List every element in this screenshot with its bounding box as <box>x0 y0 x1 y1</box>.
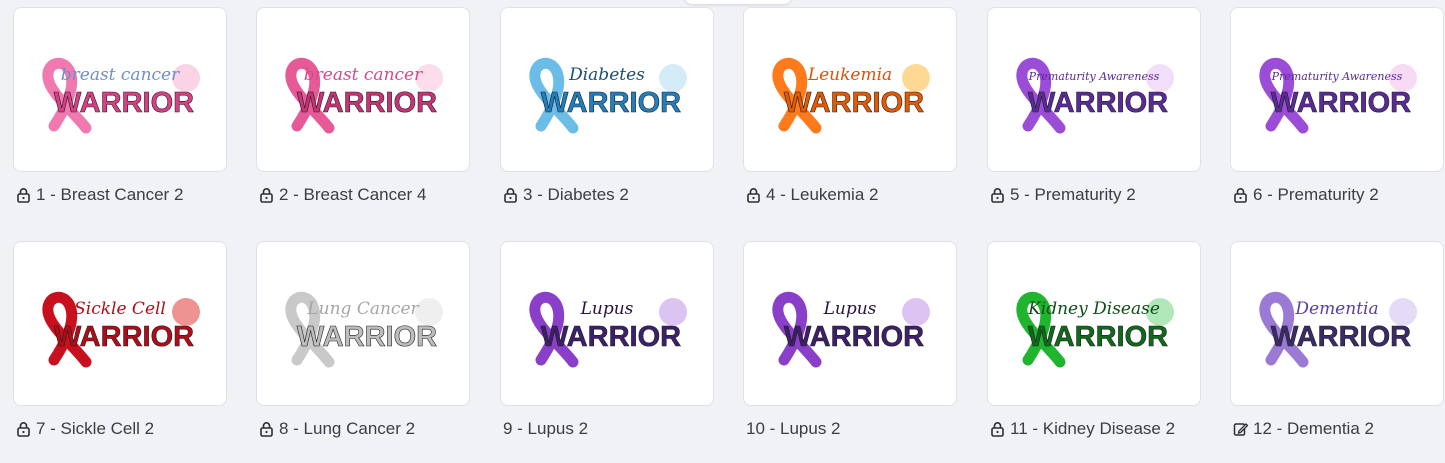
design-grid: breast cancer WARRIOR 1 - Breast Cancer 2b… <box>0 0 1445 463</box>
thumbnail-graphic: breast cancerWARRIOR <box>285 57 443 134</box>
warrior-text: WARRIOR <box>1271 321 1411 353</box>
design-thumbnail[interactable]: Lupus WARRIOR <box>743 241 957 406</box>
thumbnail-graphic: DiabetesWARRIOR <box>529 57 687 134</box>
design-thumbnail[interactable]: Lung Cancer WARRIOR <box>256 241 470 406</box>
script-title-text: Lung Cancer <box>306 299 419 319</box>
lock-icon <box>503 187 518 203</box>
lock-icon <box>990 421 1005 437</box>
design-card[interactable]: Dementia WARRIOR 12 - Dementia 2 <box>1230 241 1445 446</box>
design-thumbnail[interactable]: breast cancer WARRIOR <box>256 7 470 172</box>
design-title: 10 - Lupus 2 <box>746 419 841 438</box>
warrior-text: WARRIOR <box>1028 321 1168 353</box>
design-title: 2 - Breast Cancer 4 <box>279 185 427 204</box>
design-title: 5 - Prematurity 2 <box>1010 185 1136 204</box>
edit-icon <box>1233 421 1248 437</box>
thumbnail-graphic: LupusWARRIOR <box>772 291 930 368</box>
design-caption[interactable]: 3 - Diabetes 2 <box>503 185 629 205</box>
design-thumbnail[interactable]: Sickle Cell WARRIOR <box>13 241 227 406</box>
design-caption[interactable]: 2 - Breast Cancer 4 <box>259 185 426 205</box>
design-card[interactable]: Lung Cancer WARRIOR 8 - Lung Cancer 2 <box>256 241 472 446</box>
design-card[interactable]: Leukemia WARRIOR 4 - Leukemia 2 <box>743 7 959 212</box>
design-card[interactable]: Kidney Disease WARRIOR 11 - Kidney Disease… <box>987 241 1203 446</box>
thumbnail-graphic: LeukemiaWARRIOR <box>772 57 930 134</box>
warrior-text: WARRIOR <box>541 321 681 353</box>
lock-icon <box>746 187 761 203</box>
warrior-text: WARRIOR <box>784 321 924 353</box>
thumbnail-graphic: Kidney DiseaseWARRIOR <box>1016 291 1174 368</box>
thumbnail-graphic: DementiaWARRIOR <box>1259 291 1417 368</box>
design-card[interactable]: Diabetes WARRIOR 3 - Diabetes 2 <box>500 7 716 212</box>
warrior-text: WARRIOR <box>297 321 437 353</box>
design-title: 6 - Prematurity 2 <box>1253 185 1379 204</box>
design-title: 3 - Diabetes 2 <box>523 185 629 204</box>
design-card[interactable]: Lupus WARRIOR 9 - Lupus 2 <box>500 241 716 446</box>
script-title-text: Kidney Disease <box>1027 299 1160 319</box>
design-card[interactable]: Prematurity Awareness WARRIOR 6 - Prematur… <box>1230 7 1445 212</box>
lock-icon <box>16 187 31 203</box>
script-title-text: Lupus <box>823 299 877 319</box>
design-card[interactable]: breast cancer WARRIOR 1 - Breast Cancer 2 <box>13 7 229 212</box>
thumbnail-graphic: LupusWARRIOR <box>529 291 687 368</box>
design-caption[interactable]: 9 - Lupus 2 <box>503 419 588 439</box>
thumbnail-graphic: Prematurity Awareness WARRIOR <box>1259 57 1417 134</box>
warrior-text: WARRIOR <box>54 87 194 119</box>
design-thumbnail[interactable]: Prematurity Awareness WARRIOR <box>987 7 1201 172</box>
design-caption[interactable]: 1 - Breast Cancer 2 <box>16 185 183 205</box>
thumbnail-graphic: Lung CancerWARRIOR <box>285 291 443 368</box>
warrior-text: WARRIOR <box>1028 87 1168 119</box>
script-title-text: Prematurity Awareness <box>1271 70 1403 83</box>
design-caption[interactable]: 4 - Leukemia 2 <box>746 185 878 205</box>
lock-icon <box>990 187 1005 203</box>
lock-icon <box>259 187 274 203</box>
lock-icon <box>16 421 31 437</box>
design-thumbnail[interactable]: Prematurity Awareness WARRIOR <box>1230 7 1444 172</box>
warrior-text: WARRIOR <box>784 87 924 119</box>
lock-icon <box>1233 187 1248 203</box>
script-title-text: Diabetes <box>568 65 645 85</box>
warrior-text: WARRIOR <box>541 87 681 119</box>
warrior-text: WARRIOR <box>297 87 437 119</box>
script-title-text: breast cancer <box>304 65 423 85</box>
design-title: 1 - Breast Cancer 2 <box>36 185 184 204</box>
script-title-text: Prematurity Awareness <box>1028 70 1160 83</box>
design-caption[interactable]: 5 - Prematurity 2 <box>990 185 1136 205</box>
design-caption[interactable]: 10 - Lupus 2 <box>746 419 841 439</box>
script-title-text: Leukemia <box>807 65 892 85</box>
design-thumbnail[interactable]: Lupus WARRIOR <box>500 241 714 406</box>
thumbnail-graphic: Sickle CellWARRIOR <box>42 291 200 368</box>
design-caption[interactable]: 8 - Lung Cancer 2 <box>259 419 415 439</box>
warrior-text: WARRIOR <box>1271 87 1411 119</box>
design-thumbnail[interactable]: Dementia WARRIOR <box>1230 241 1444 406</box>
design-caption[interactable]: 7 - Sickle Cell 2 <box>16 419 154 439</box>
design-title: 8 - Lung Cancer 2 <box>279 419 416 438</box>
design-caption[interactable]: 12 - Dementia 2 <box>1233 419 1374 439</box>
warrior-text: WARRIOR <box>54 321 194 353</box>
design-thumbnail[interactable]: Leukemia WARRIOR <box>743 7 957 172</box>
design-card[interactable]: breast cancer WARRIOR 2 - Breast Cancer 4 <box>256 7 472 212</box>
design-thumbnail[interactable]: Kidney Disease WARRIOR <box>987 241 1201 406</box>
lock-icon <box>259 421 274 437</box>
design-card[interactable]: Lupus WARRIOR 10 - Lupus 2 <box>743 241 959 446</box>
design-caption[interactable]: 11 - Kidney Disease 2 <box>990 419 1175 439</box>
design-thumbnail[interactable]: breast cancer WARRIOR <box>13 7 227 172</box>
script-title-text: Lupus <box>580 299 634 319</box>
design-caption[interactable]: 6 - Prematurity 2 <box>1233 185 1379 205</box>
design-title: 12 - Dementia 2 <box>1253 419 1374 438</box>
design-title: 9 - Lupus 2 <box>503 419 589 438</box>
script-title-text: Dementia <box>1294 299 1378 319</box>
thumbnail-graphic: Prematurity Awareness WARRIOR <box>1016 57 1174 134</box>
script-title-text: breast cancer <box>61 65 180 85</box>
design-card[interactable]: Sickle Cell WARRIOR 7 - Sickle Cell 2 <box>13 241 229 446</box>
script-title-text: Sickle Cell <box>74 299 166 319</box>
design-title: 11 - Kidney Disease 2 <box>1010 419 1176 438</box>
thumbnail-graphic: breast cancerWARRIOR <box>42 57 200 134</box>
design-card[interactable]: Prematurity Awareness WARRIOR 5 - Prematur… <box>987 7 1203 212</box>
design-title: 4 - Leukemia 2 <box>766 185 879 204</box>
design-title: 7 - Sickle Cell 2 <box>36 419 155 438</box>
design-thumbnail[interactable]: Diabetes WARRIOR <box>500 7 714 172</box>
